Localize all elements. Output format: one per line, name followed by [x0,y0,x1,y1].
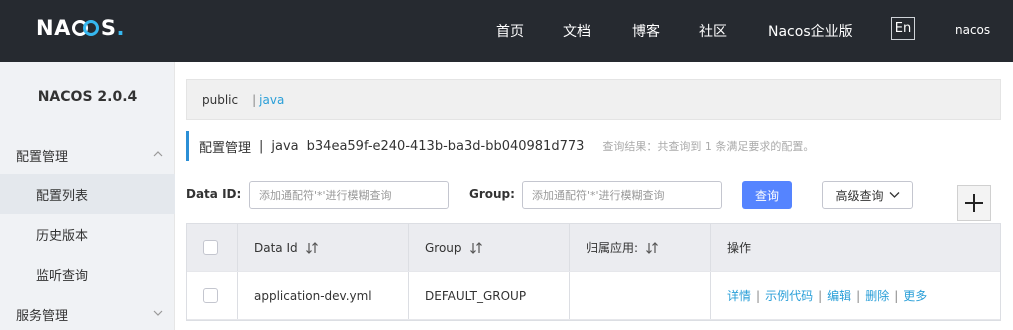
row-select-cell [187,272,238,319]
plus-icon [965,194,983,212]
op-separator: | [818,288,823,303]
version-label: NACOS 2.0.4 [37,89,138,105]
group-search-input[interactable]: 添加通配符'*'进行模糊查询 [522,181,722,209]
sort-icon[interactable] [305,241,318,254]
cell-app [570,272,711,319]
sidebar-item-history[interactable]: 历史版本 [0,214,175,254]
advanced-query-button[interactable]: 高级查询 [822,181,913,209]
nav-docs[interactable]: 文档 [563,21,591,41]
sidebar-item-config-management[interactable]: 配置管理 [0,135,175,175]
header-app-label: 归属应用: [586,241,639,255]
sidebar-item-label: 配置管理 [16,149,69,165]
top-navbar: NA S. 首页 文档 博客 社区 Nacos企业版 En nacos [0,0,1013,62]
select-all-cell [187,224,238,271]
group-label: Group: [469,187,515,201]
sidebar-item-label: 配置列表 [36,188,89,204]
sidebar-item-label: 服务管理 [16,308,69,324]
op-edit-link[interactable]: 编辑 [827,287,851,304]
chevron-down-icon [153,310,163,316]
op-sample-code-link[interactable]: 示例代码 [765,287,813,304]
sidebar-item-service-management[interactable]: 服务管理 [0,294,175,330]
sidebar-item-label: 历史版本 [36,228,89,244]
header-operations: 操作 [711,224,1000,271]
sidebar-item-listener-query[interactable]: 监听查询 [0,254,175,294]
user-name[interactable]: nacos [955,23,990,37]
op-more-link[interactable]: 更多 [903,287,927,304]
nav-enterprise[interactable]: Nacos企业版 [768,21,853,41]
op-separator: | [856,288,861,303]
header-group[interactable]: Group [409,224,570,271]
op-separator: | [756,288,761,303]
sidebar-item-config-list[interactable]: 配置列表 [0,174,175,214]
nav-blog[interactable]: 博客 [632,21,660,41]
page-title: 配置管理 | java b34ea59f-e240-413b-ba3d-bb04… [186,131,814,161]
logo-dot: . [116,16,125,40]
namespace-java[interactable]: java [259,93,284,107]
sort-icon[interactable] [646,241,658,254]
table-header-row: Data Id Group 归属应用: 操作 [187,224,1000,272]
advanced-query-label: 高级查询 [835,188,884,203]
page-title-namespace-id: b34ea59f-e240-413b-ba3d-bb040981d773 [306,138,585,154]
namespace-separator: | [252,92,257,107]
header-operations-label: 操作 [727,241,752,255]
logo-text-left: NA [36,16,71,40]
chevron-down-icon [889,192,899,198]
query-button[interactable]: 查询 [742,181,792,209]
nav-community[interactable]: 社区 [699,21,727,41]
page-title-main: 配置管理 [199,140,252,156]
header-dataid[interactable]: Data Id [238,224,409,271]
query-result-hint: 查询结果：共查询到 1 条满足要求的配置。 [602,140,815,153]
cell-operations: 详情 | 示例代码 | 编辑 | 删除 | 更多 [711,272,1000,319]
dataid-label: Data ID: [186,187,242,201]
op-details-link[interactable]: 详情 [727,287,751,304]
op-delete-link[interactable]: 删除 [865,287,889,304]
nav-home[interactable]: 首页 [496,21,524,41]
config-table: Data Id Group 归属应用: 操作 application-dev.y… [186,223,1001,321]
cell-dataid: application-dev.yml [238,272,409,319]
namespace-public[interactable]: public [202,93,238,107]
page-title-namespace: java [271,138,299,154]
logo-rings-icon [71,19,100,37]
add-config-button[interactable] [957,185,991,221]
sort-icon[interactable] [469,241,482,254]
language-switch-button[interactable]: En [891,17,915,40]
nacos-logo[interactable]: NA S. [36,16,125,40]
header-dataid-label: Data Id [254,240,298,255]
row-checkbox[interactable] [203,288,218,303]
page-title-separator: | [259,138,264,154]
table-row: application-dev.yml DEFAULT_GROUP 详情 | 示例… [187,272,1000,320]
cell-group: DEFAULT_GROUP [409,272,570,319]
op-separator: | [894,288,899,303]
header-group-label: Group [425,240,462,255]
header-app[interactable]: 归属应用: [570,224,711,271]
namespace-bar: public | java [186,79,1001,120]
select-all-checkbox[interactable] [203,240,218,255]
dataid-search-input[interactable]: 添加通配符'*'进行模糊查询 [249,181,449,209]
chevron-up-icon [153,151,163,157]
sidebar: NACOS 2.0.4 配置管理 配置列表 历史版本 监听查询 服务管理 [0,62,175,330]
sidebar-item-label: 监听查询 [36,268,89,284]
logo-text-right: S [100,16,117,40]
